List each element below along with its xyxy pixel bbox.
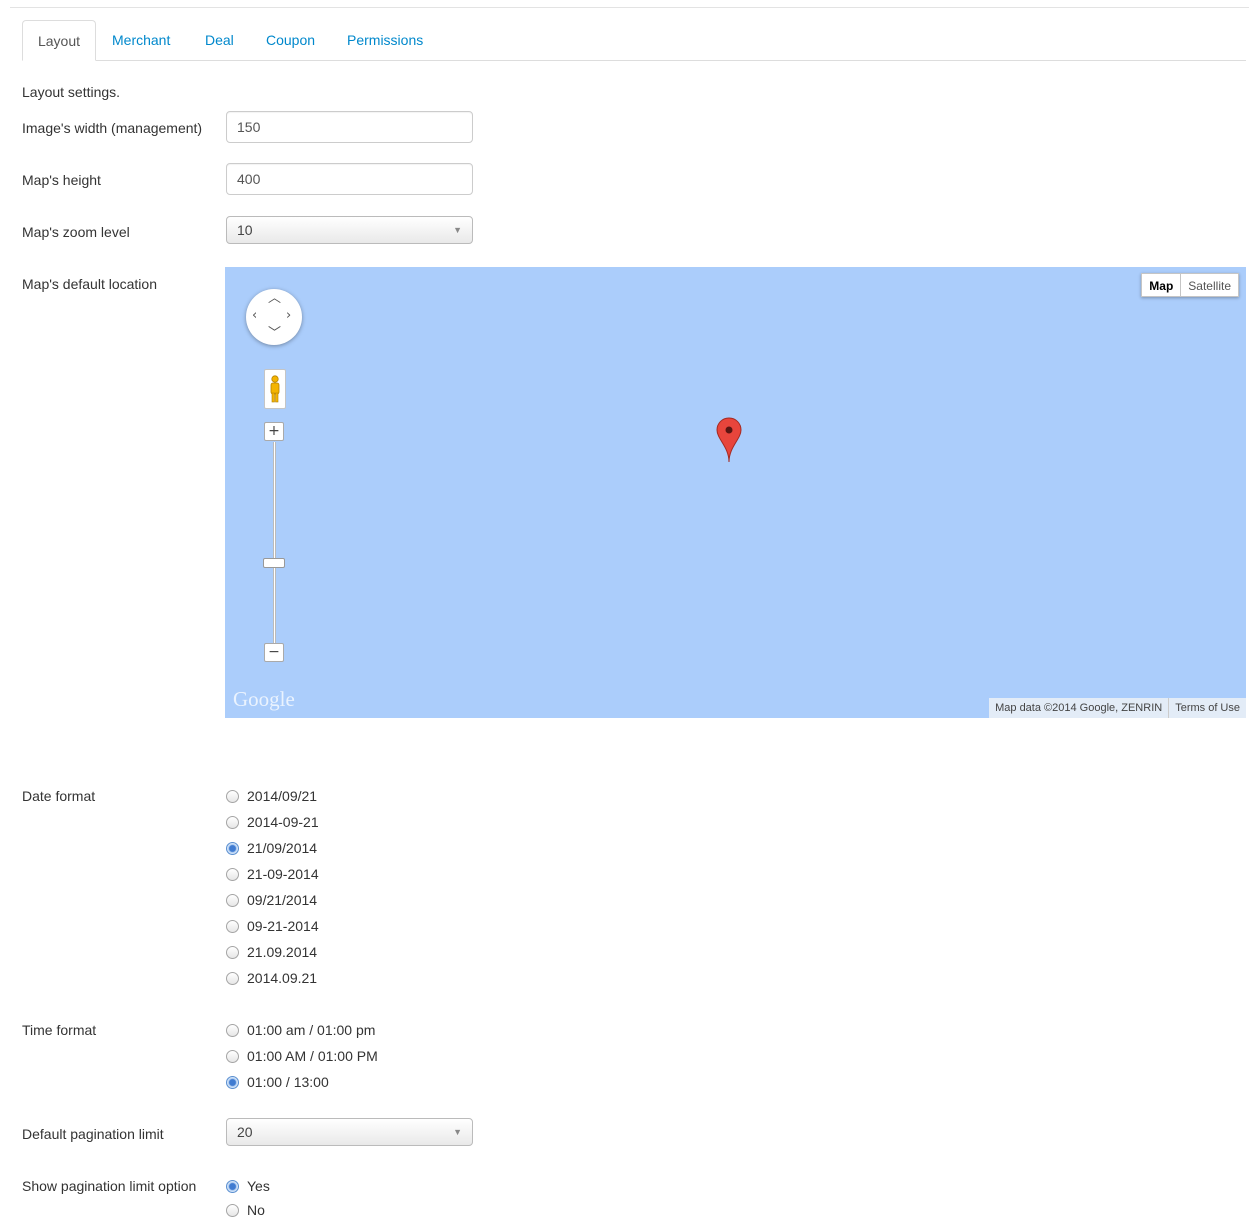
google-logo: Google [233,687,295,711]
option-label: No [247,1202,265,1218]
image-width-label: Image's width (management) [22,120,203,136]
option-label: 09/21/2014 [247,892,318,908]
map-data-credit: Map data ©2014 Google, ZENRIN [995,702,1163,714]
radio-icon[interactable] [226,1049,239,1063]
radio-icon[interactable] [226,789,239,803]
zoom-in-button[interactable]: + [264,422,284,441]
pan-up-icon[interactable]: ︿ [268,292,281,305]
dropdown-arrow-icon: ▼ [453,1127,462,1137]
option-label: 01:00 / 13:00 [247,1074,329,1090]
radio-icon[interactable] [226,1203,239,1217]
dropdown-arrow-icon: ▼ [453,225,462,235]
show-pagination-label: Show pagination limit option [22,1178,197,1194]
section-intro: Layout settings. [22,84,121,100]
show-pagination-option-yes[interactable]: Yes [226,1176,270,1196]
radio-icon[interactable] [226,919,239,933]
map-attribution: Map data ©2014 Google, ZENRIN Terms of U… [989,698,1246,718]
option-label: 21/09/2014 [247,840,318,856]
map-type-control: Map Satellite [1141,273,1239,297]
tab-bar: Layout Merchant Deal Coupon Permissions [22,20,1246,61]
map-height-label: Map's height [22,172,101,188]
pan-right-icon[interactable]: › [286,309,291,322]
map-zoom-select[interactable]: 10 ▼ [226,216,473,244]
image-width-input[interactable]: 150 [226,111,473,143]
tab-deal[interactable]: Deal [205,20,234,60]
map-location-label: Map's default location [22,276,157,292]
radio-icon[interactable] [226,945,239,959]
date-format-option[interactable]: 21/09/2014 [226,838,317,858]
option-label: 2014-09-21 [247,814,319,830]
date-format-option[interactable]: 2014.09.21 [226,968,317,988]
radio-checked-icon[interactable] [226,1179,239,1193]
terms-of-use-link[interactable]: Terms of Use [1168,698,1246,718]
pagination-limit-select[interactable]: 20 ▼ [226,1118,473,1146]
location-map[interactable]: ︿ ﹀ ‹ › + − Map Satellite Google Map dat… [225,267,1246,718]
option-label: 2014/09/21 [247,788,318,804]
pan-down-icon[interactable]: ﹀ [268,327,281,340]
time-format-option[interactable]: 01:00 / 13:00 [226,1072,329,1092]
date-format-option[interactable]: 2014-09-21 [226,812,319,832]
option-label: 09-21-2014 [247,918,319,934]
zoom-slider-track[interactable] [273,442,276,649]
date-format-option[interactable]: 09-21-2014 [226,916,319,936]
tab-layout[interactable]: Layout [22,20,96,61]
time-format-option[interactable]: 01:00 AM / 01:00 PM [226,1046,378,1066]
option-label: 21.09.2014 [247,944,318,960]
tab-permissions[interactable]: Permissions [347,20,423,60]
option-label: 2014.09.21 [247,970,318,986]
map-zoom-value: 10 [237,222,253,238]
map-height-input[interactable]: 400 [226,163,473,195]
radio-icon[interactable] [226,815,239,829]
radio-icon[interactable] [226,1023,239,1037]
tab-merchant[interactable]: Merchant [112,20,170,60]
show-pagination-option-no[interactable]: No [226,1200,265,1220]
option-label: Yes [247,1178,270,1194]
radio-icon[interactable] [226,893,239,907]
date-format-option[interactable]: 09/21/2014 [226,890,317,910]
map-type-satellite-button[interactable]: Satellite [1180,273,1239,297]
date-format-option[interactable]: 21-09-2014 [226,864,319,884]
option-label: 01:00 am / 01:00 pm [247,1022,376,1038]
time-format-option[interactable]: 01:00 am / 01:00 pm [226,1020,375,1040]
map-type-map-button[interactable]: Map [1141,273,1181,297]
pan-control[interactable]: ︿ ﹀ ‹ › [246,289,302,345]
option-label: 21-09-2014 [247,866,319,882]
radio-icon[interactable] [226,867,239,881]
option-label: 01:00 AM / 01:00 PM [247,1048,378,1064]
radio-icon[interactable] [226,971,239,985]
time-format-label: Time format [22,1022,97,1038]
pan-left-icon[interactable]: ‹ [252,309,257,322]
radio-checked-icon[interactable] [226,1075,239,1089]
map-marker-icon[interactable] [716,417,742,466]
tab-coupon[interactable]: Coupon [266,20,315,60]
zoom-slider-handle[interactable] [263,558,285,568]
pagination-limit-value: 20 [237,1124,253,1140]
map-zoom-label: Map's zoom level [22,224,130,240]
date-format-option[interactable]: 2014/09/21 [226,786,317,806]
date-format-option[interactable]: 21.09.2014 [226,942,317,962]
date-format-label: Date format [22,788,96,804]
pagination-limit-label: Default pagination limit [22,1126,164,1142]
street-view-pegman-icon[interactable] [264,369,286,409]
zoom-out-button[interactable]: − [264,643,284,662]
top-divider [10,7,1249,8]
radio-checked-icon[interactable] [226,841,239,855]
